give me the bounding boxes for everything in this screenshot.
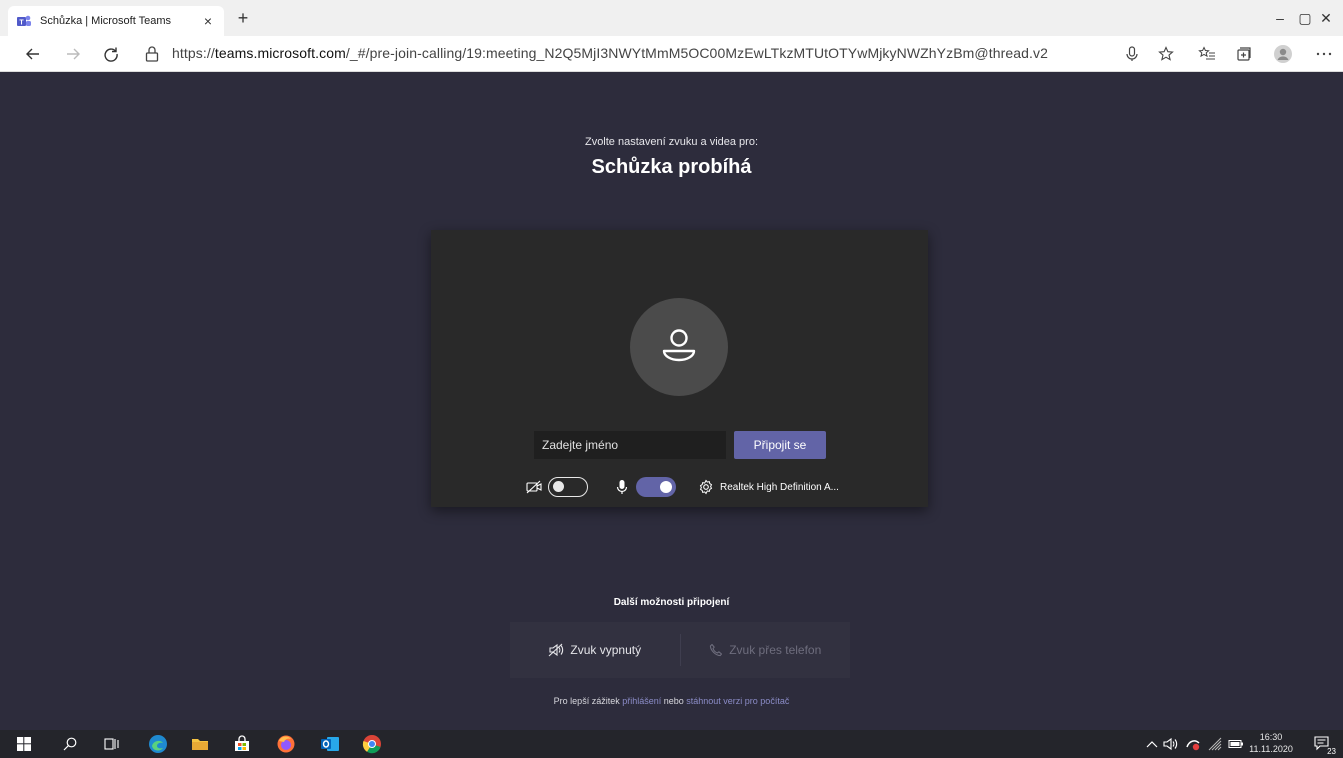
settings-more-button[interactable]: [1314, 44, 1334, 64]
edge-taskbar-button[interactable]: [148, 734, 168, 754]
notification-count: 23: [1326, 747, 1337, 756]
microphone-toggle[interactable]: [636, 477, 676, 497]
person-icon: [662, 329, 696, 362]
microphone-icon: [1126, 46, 1138, 61]
hint-prefix: Pro lepší zážitek: [553, 696, 623, 706]
firefox-icon: [277, 735, 295, 753]
firefox-button[interactable]: [276, 734, 296, 754]
device-settings-icon[interactable]: [698, 479, 714, 495]
back-arrow-icon: [26, 48, 39, 60]
phone-audio-option[interactable]: Zvuk přes telefon: [679, 634, 851, 666]
speaker-icon: [1163, 737, 1178, 751]
hint-text: Pro lepší zážitek přihlášení nebo stáhno…: [0, 696, 1343, 706]
audio-off-label: Zvuk vypnutý: [570, 643, 642, 657]
meeting-title: Schůzka probíhá: [591, 156, 752, 178]
notifications-button[interactable]: 23: [1313, 734, 1337, 756]
more-dots-icon: [1316, 52, 1332, 56]
profile-avatar-icon: [1274, 45, 1292, 63]
network-button[interactable]: [1205, 734, 1225, 754]
back-button[interactable]: [22, 43, 44, 65]
search-icon: [63, 737, 77, 751]
microphone-toggle-knob: [660, 481, 672, 493]
favorite-button[interactable]: [1156, 44, 1176, 64]
more-options-heading: Další možnosti připojení: [613, 597, 730, 608]
start-button[interactable]: [14, 734, 34, 754]
forward-button[interactable]: [62, 43, 84, 65]
chrome-icon: [362, 735, 381, 754]
tray-app-icon: [1186, 740, 1200, 751]
microphone-icon: [614, 479, 630, 495]
prejoin-page: Zvolte nastavení zvuku a videa pro: Schů…: [0, 72, 1343, 730]
avatar: [630, 298, 728, 396]
wifi-icon: [1208, 737, 1222, 751]
battery-icon: [1228, 740, 1243, 748]
audio-off-option[interactable]: Zvuk vypnutý: [510, 622, 680, 678]
forward-arrow-icon: [67, 48, 80, 60]
hint-middle: nebo: [661, 696, 687, 706]
refresh-button[interactable]: [100, 43, 122, 65]
new-tab-button[interactable]: +: [232, 8, 254, 30]
phone-audio-label: Zvuk přes telefon: [729, 643, 822, 657]
tray-app-button[interactable]: [1183, 734, 1203, 754]
volume-button[interactable]: [1160, 734, 1180, 754]
phone-icon: [710, 643, 723, 657]
outlook-icon: [321, 737, 339, 751]
media-controls: Realtek High Definition A...: [526, 477, 839, 497]
store-bag-icon: [235, 735, 249, 751]
camera-toggle[interactable]: [548, 477, 588, 497]
url-field[interactable]: https://teams.microsoft.com/_#/pre-join-…: [172, 45, 1048, 61]
clock-time[interactable]: 16:30: [1248, 732, 1294, 742]
teams-icon: T: [17, 15, 31, 27]
lock-icon: [145, 46, 159, 62]
tab-close-icon[interactable]: ×: [200, 13, 216, 29]
outlook-button[interactable]: [320, 734, 340, 754]
url-host: teams.microsoft.com: [214, 45, 346, 61]
prejoin-subtitle: Zvolte nastavení zvuku a videa pro:: [584, 136, 759, 148]
browser-tab[interactable]: T Schůzka | Microsoft Teams ×: [8, 6, 224, 36]
clock-date[interactable]: 11.11.2020: [1248, 744, 1294, 754]
windows-taskbar: 16:30 11.11.2020 23: [0, 730, 1343, 758]
camera-off-icon: [526, 479, 542, 495]
collections-button[interactable]: [1234, 44, 1254, 64]
url-path: /_#/pre-join-calling/19:meeting_N2Q5MjI3…: [345, 45, 1048, 61]
task-view-icon: [104, 738, 119, 750]
name-input[interactable]: [534, 431, 726, 459]
windows-logo-icon: [17, 737, 31, 751]
favorites-list-icon: [1198, 46, 1215, 60]
tab-title: Schůzka | Microsoft Teams: [40, 15, 172, 27]
star-icon: [1158, 46, 1174, 61]
battery-button[interactable]: [1226, 734, 1246, 754]
favorites-list-button[interactable]: [1197, 44, 1217, 64]
video-preview-card: Připojit se Realtek High Definition A...: [431, 230, 928, 507]
task-view-button[interactable]: [102, 734, 122, 754]
login-link[interactable]: přihlášení: [622, 696, 661, 706]
more-options-panel: Zvuk vypnutý Zvuk přes telefon: [510, 622, 850, 678]
collections-icon: [1237, 47, 1251, 61]
join-button[interactable]: Připojit se: [734, 431, 826, 459]
tray-overflow-button[interactable]: [1142, 734, 1162, 754]
audio-device-label[interactable]: Realtek High Definition A...: [720, 482, 839, 493]
speaker-off-icon: [549, 643, 564, 657]
camera-toggle-knob: [553, 481, 564, 492]
folder-icon: [192, 739, 208, 750]
chevron-up-icon: [1146, 741, 1158, 748]
file-explorer-button[interactable]: [190, 734, 210, 754]
profile-button[interactable]: [1273, 44, 1293, 64]
store-button[interactable]: [232, 734, 252, 754]
refresh-icon: [104, 47, 118, 62]
address-bar: https://teams.microsoft.com/_#/pre-join-…: [0, 36, 1343, 72]
chrome-button[interactable]: [362, 734, 382, 754]
read-aloud-button[interactable]: [1122, 44, 1142, 64]
svg-text:T: T: [19, 20, 24, 27]
search-button[interactable]: [60, 734, 80, 754]
edge-icon: [149, 735, 167, 753]
browser-tab-strip: T Schůzka | Microsoft Teams × + – ▢ ✕: [0, 0, 1343, 36]
close-window-button[interactable]: ✕: [1306, 6, 1343, 30]
download-app-link[interactable]: stáhnout verzi pro počítač: [686, 696, 789, 706]
url-prefix: https://: [172, 45, 215, 61]
